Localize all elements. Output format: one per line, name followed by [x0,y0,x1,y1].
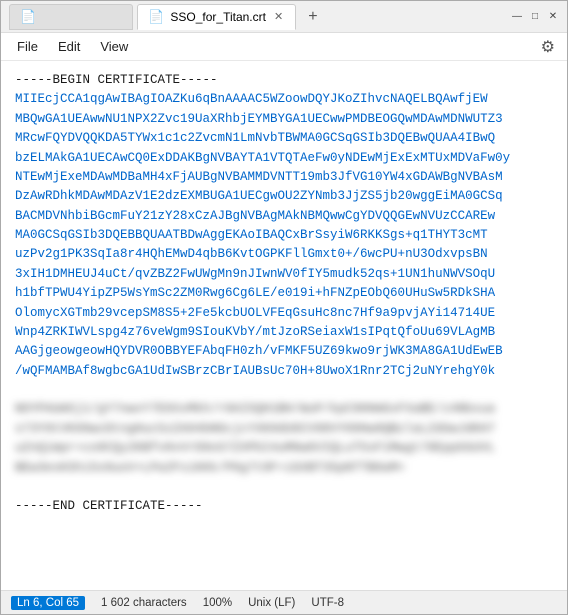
new-tab-button[interactable]: + [300,6,325,28]
cursor-position[interactable]: Ln 6, Col 65 [11,596,85,610]
character-count: 1 602 characters [101,597,187,609]
encoding: UTF-8 [311,597,344,609]
zoom-level: 100% [203,597,232,609]
settings-icon[interactable]: ⚙ [537,35,559,59]
tab-active-doc-icon: 📄 [148,9,164,25]
main-window: 📄 📄 SSO_for_Titan.crt ✕ + — □ ✕ File Edi… [0,0,568,615]
cert-blurred: NOYPAUm5j1/gY7nwvY7E6XxMkh/r0AI5QH1BH/Wu… [15,402,495,474]
tab-close-button[interactable]: ✕ [272,10,285,23]
close-button[interactable]: ✕ [547,11,559,23]
line-ending: Unix (LF) [248,597,295,609]
menu-file[interactable]: File [9,36,46,57]
tab-inactive[interactable]: 📄 [9,4,133,30]
maximize-button[interactable]: □ [529,11,541,23]
cert-begin-line: -----BEGIN CERTIFICATE----- [15,73,218,87]
title-bar-left: 📄 📄 SSO_for_Titan.crt ✕ + [9,4,511,30]
tab-active[interactable]: 📄 SSO_for_Titan.crt ✕ [137,4,296,30]
menu-edit[interactable]: Edit [50,36,88,57]
title-bar: 📄 📄 SSO_for_Titan.crt ✕ + — □ ✕ [1,1,567,33]
menu-view[interactable]: View [92,36,136,57]
menu-items: File Edit View [9,36,136,57]
editor-area[interactable]: -----BEGIN CERTIFICATE----- MIIEcjCCA1qg… [1,61,567,590]
cert-end-line: -----END CERTIFICATE----- [15,499,203,513]
tab-active-label: SSO_for_Titan.crt [170,10,266,24]
minimize-button[interactable]: — [511,11,523,23]
window-controls: — □ ✕ [511,11,559,23]
menu-bar: File Edit View ⚙ [1,33,567,61]
tab-doc-icon: 📄 [20,9,36,25]
cert-content: MIIEcjCCA1qgAwIBAgIOAZKu6qBnAAAAC5WZoowD… [15,92,510,377]
status-bar: Ln 6, Col 65 1 602 characters 100% Unix … [1,590,567,614]
